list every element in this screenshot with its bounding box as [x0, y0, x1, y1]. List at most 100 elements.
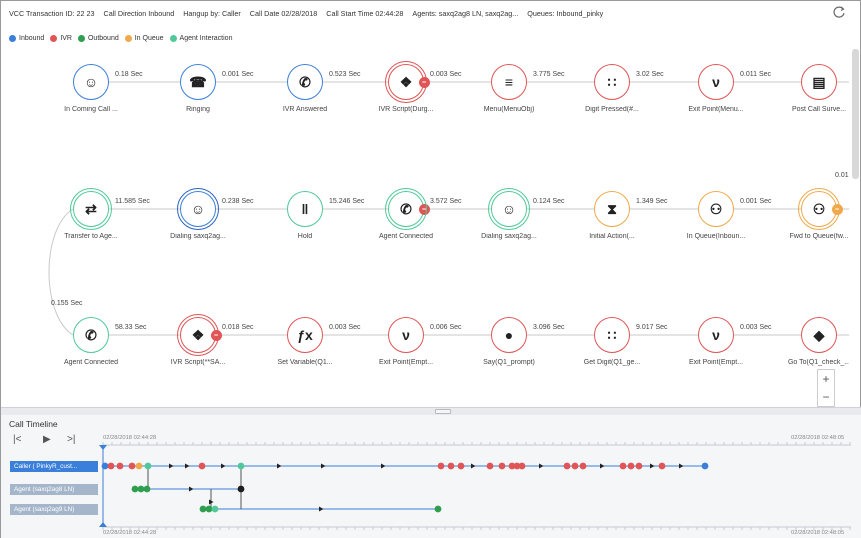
flow-node[interactable]: ☺ [488, 188, 530, 230]
timeline-event-dot [198, 462, 206, 470]
flow-node-label: Hold [297, 233, 313, 240]
flow-canvas[interactable]: ☺ In Coming Call ... ☎ Ringing ✆ IVR Answered… [1, 49, 849, 407]
collapse-badge-icon[interactable]: − [419, 77, 430, 88]
timeline-event-dot [579, 462, 587, 470]
timeline-event-dot [619, 462, 627, 470]
hangup-by: Hangup by: Caller [183, 8, 241, 18]
legend-label: Outbound [87, 34, 119, 42]
timeline-arrow-icon [321, 463, 326, 469]
flow-node[interactable]: ν [698, 64, 734, 100]
flow-node[interactable]: ⇄ [70, 188, 112, 230]
timeline-event-dot [518, 462, 526, 470]
legend-label: Agent Interaction [179, 34, 233, 42]
call-start-time: Call Start Time 02:44:28 [326, 8, 404, 18]
flow-node[interactable]: ☺ [177, 188, 219, 230]
phone-icon: ✆ [299, 74, 311, 90]
edge-duration-label: 0.006 Sec [430, 324, 462, 331]
timeline-event-dot [457, 462, 465, 470]
timeline-event-dot [658, 462, 666, 470]
timeline-arrow-icon [471, 463, 476, 469]
flow-node-label: In Queue(Inboun... [686, 233, 746, 240]
edge-duration-label: 58.33 Sec [115, 324, 147, 331]
flow-node[interactable]: ☎ [180, 64, 216, 100]
flow-node-label: Get Digit(Q1_ge... [583, 359, 641, 366]
flow-node[interactable]: ❖ − [385, 61, 430, 103]
phone-icon: ✆ [400, 201, 412, 217]
edge-duration-label: 0.003 Sec [329, 324, 361, 331]
flow-node[interactable]: ≡ [491, 64, 527, 100]
canvas-scrollbar[interactable] [852, 49, 859, 179]
timeline-arrow-icon [185, 463, 190, 469]
flow-node[interactable]: ‖ [287, 191, 323, 227]
flow-node[interactable]: ☺ [73, 64, 109, 100]
pause-icon: ‖ [301, 201, 309, 217]
collapse-badge-icon[interactable]: − [211, 330, 222, 341]
transfer-icon: ⇄ [85, 201, 97, 217]
panel-splitter[interactable] [1, 407, 861, 415]
flow-node[interactable]: ν [388, 317, 424, 353]
call-date: Call Date 02/28/2018 [249, 8, 318, 18]
timeline-arrow-icon [650, 463, 655, 469]
flow-node-label: Initial Action(... [589, 233, 635, 240]
flow-node[interactable]: ∷ [594, 317, 630, 353]
timeline-arrow-icon [381, 463, 386, 469]
flow-node[interactable]: ✆ [73, 317, 109, 353]
edge-duration-label: 15.246 Sec [329, 198, 365, 205]
phone-icon: ✆ [85, 327, 97, 343]
call-timeline: Call Timeline |< ▶ >| 02/28/2018 02:44:2… [1, 415, 861, 538]
group-forward-icon: ⚇ [812, 201, 826, 217]
exit-icon: ν [712, 327, 720, 343]
script-icon: ❖ [191, 327, 205, 343]
zoom-out-button[interactable]: − [822, 390, 829, 404]
timeline-event-dot [486, 462, 494, 470]
script-icon: ❖ [399, 74, 413, 90]
edge-duration-label: 0.238 Sec [222, 198, 254, 205]
timeline-arrow-icon [189, 486, 194, 492]
edge-duration-label: 0.018 Sec [222, 324, 254, 331]
legend-dot-icon [50, 34, 58, 42]
row-connector [48, 208, 74, 336]
flow-node[interactable]: ∷ [594, 64, 630, 100]
timeline-event-dot [237, 485, 245, 493]
flow-node-label: Agent Connected [378, 233, 434, 240]
timeline-event-dot [237, 462, 245, 470]
call-direction: Call Direction Inbound [103, 8, 175, 18]
flow-node-label: Ringing [186, 106, 210, 113]
refresh-icon[interactable] [832, 5, 846, 19]
legend-label: Inbound [19, 34, 45, 42]
legend-label: In Queue [134, 34, 164, 42]
edge-duration-label: 0.003 Sec [740, 324, 772, 331]
edge-duration-label: 0.011 Sec [740, 71, 772, 78]
flow-node[interactable]: ✆ − [385, 188, 430, 230]
timeline-event-dot [205, 505, 213, 513]
flow-node[interactable]: ● [491, 317, 527, 353]
flow-node[interactable]: ✆ [287, 64, 323, 100]
legend-label: IVR [60, 34, 72, 42]
legend-dot-icon [9, 34, 16, 42]
collapse-badge-icon[interactable]: − [832, 204, 843, 215]
zoom-in-button[interactable]: + [822, 372, 829, 386]
timeline-event-dot [143, 485, 151, 493]
collapse-badge-icon[interactable]: − [419, 204, 430, 215]
flow-node[interactable]: ❖ − [177, 314, 222, 356]
flow-node[interactable]: ◆ [801, 317, 837, 353]
flow-node[interactable]: ⚇ [698, 191, 734, 227]
agent-icon: ☺ [501, 201, 517, 217]
flow-node[interactable]: ▤ [801, 64, 837, 100]
agent-icon: ☺ [190, 201, 206, 217]
timeline-arrow-icon [600, 463, 605, 469]
timeline-event-dot [107, 462, 115, 470]
flow-node[interactable]: ⧗ [594, 191, 630, 227]
flow-node-label: Exit Point(Menu... [688, 106, 744, 113]
edge-duration-label: 3.572 Sec [430, 198, 462, 205]
keypad-icon: ∷ [607, 327, 617, 343]
survey-icon: ▤ [812, 74, 826, 90]
flow-node-label: Transfer to Age... [64, 233, 118, 240]
timeline-arrow-icon [539, 463, 544, 469]
splitter-handle[interactable] [435, 409, 451, 414]
edge-duration-label: 0.523 Sec [329, 71, 361, 78]
hourglass-icon: ⧗ [607, 201, 617, 217]
flow-node[interactable]: ⚇ − [798, 188, 843, 230]
flow-node[interactable]: ƒx [287, 317, 323, 353]
flow-node[interactable]: ν [698, 317, 734, 353]
